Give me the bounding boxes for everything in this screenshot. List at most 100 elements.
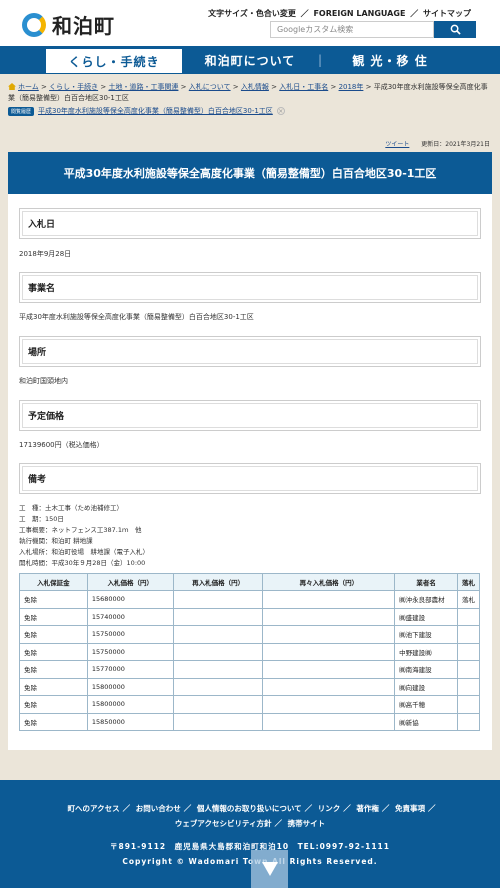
nav-item-kanko[interactable]: 観 光・移 住 — [322, 46, 458, 74]
section-heading-label: 入札日 — [22, 211, 478, 236]
updated-date: 更新日：2021年3月21日 — [421, 141, 490, 148]
footer-link-disclaimer[interactable]: 免責事項 — [395, 804, 425, 813]
table-cell — [262, 712, 396, 731]
foreign-language-link[interactable]: FOREIGN LANGUAGE — [313, 9, 405, 18]
table-cell: ㈱向建設 — [394, 677, 458, 696]
breadcrumb-item[interactable]: 入札情報 — [241, 83, 269, 91]
table-cell — [262, 590, 396, 609]
global-nav: くらし・手続き 和泊町について | 観 光・移 住 — [0, 46, 500, 74]
table-cell — [457, 677, 480, 696]
section-heading-bid-date: 入札日 — [19, 208, 481, 239]
table-cell — [172, 590, 264, 609]
bid-results-table: 入札保証金 入札価格（円） 再入札価格（円） 再々入札価格（円） 業者名 落札 … — [19, 573, 480, 731]
section-heading-label: 備考 — [22, 466, 478, 491]
table-cell — [457, 695, 480, 714]
nav-item-kurashi[interactable]: くらし・手続き — [46, 49, 182, 73]
table-row: 免除 15680000 ㈱沖永良部農材 落札 — [19, 590, 480, 609]
table-cell — [457, 660, 480, 679]
search-button[interactable] — [434, 21, 476, 38]
page-top-button[interactable] — [251, 850, 288, 888]
table-row: 免除 15800000 ㈱向建設 — [19, 677, 480, 696]
table-cell: 免除 — [19, 695, 88, 714]
table-cell — [457, 712, 480, 731]
home-icon — [8, 83, 16, 90]
table-cell — [172, 607, 264, 626]
section-heading-price: 予定価格 — [19, 400, 481, 431]
table-cell: 15740000 — [86, 607, 174, 626]
table-cell — [457, 607, 480, 626]
table-cell: 15680000 — [86, 590, 174, 609]
table-cell — [262, 695, 396, 714]
footer-link-accessibility[interactable]: ウェブアクセシビリティ方針 — [175, 819, 272, 828]
table-cell — [172, 642, 264, 661]
site-header: 和泊町 文字サイズ・色合い変更 ／ FOREIGN LANGUAGE ／ サイト… — [0, 0, 500, 46]
section-heading-notes: 備考 — [19, 463, 481, 494]
table-row: 免除 15750000 ㈱池下建設 — [19, 625, 480, 644]
price-value: 17139600円（税込価格） — [19, 441, 104, 449]
table-cell: ㈱沖永良部農材 — [394, 590, 458, 609]
table-row: 免除 15750000 中野建設㈱ — [19, 642, 480, 661]
breadcrumb-home[interactable]: ホーム — [18, 83, 39, 91]
table-cell: 免除 — [19, 712, 88, 731]
logo-text: 和泊町 — [52, 14, 115, 38]
table-cell: ㈱盛建設 — [394, 607, 458, 626]
table-cell: 免除 — [19, 660, 88, 679]
notes-line: 工 期：150日 — [19, 515, 64, 523]
footer-link-access[interactable]: 町へのアクセス — [67, 804, 119, 813]
recent-link[interactable]: 平成30年度水利施設等保全高度化事業（簡易整備型）白百合地区30-1工区 — [38, 106, 273, 116]
notes-line: 工事概要：ネットフェンス工387.1ｍ 他 — [19, 526, 142, 534]
table-cell: 15770000 — [86, 660, 174, 679]
breadcrumb-item[interactable]: くらし・手続き — [49, 83, 98, 91]
footer-link-contact[interactable]: お問い合わせ — [136, 804, 181, 813]
breadcrumb-item[interactable]: 入札について — [189, 83, 231, 91]
table-cell — [457, 625, 480, 644]
footer-link-privacy[interactable]: 個人情報のお取り扱いについて — [197, 804, 302, 813]
table-cell — [172, 660, 264, 679]
search-input[interactable]: Googleカスタム検索 — [270, 21, 434, 38]
table-row: 免除 15740000 ㈱盛建設 — [19, 607, 480, 626]
main-content: 平成30年度水利施設等保全高度化事業（簡易整備型）白百合地区30-1工区 入札日… — [8, 152, 492, 750]
tweet-row: ツイート 更新日：2021年3月21日 — [385, 139, 490, 148]
table-cell — [262, 607, 396, 626]
section-heading-place: 場所 — [19, 336, 481, 367]
table-row: 免除 15850000 ㈱新協 — [19, 712, 480, 731]
nav-item-about[interactable]: 和泊町について — [182, 46, 318, 74]
section-heading-label: 事業名 — [22, 275, 478, 300]
bid-date-value: 2018年9月28日 — [19, 250, 72, 258]
project-value: 平成30年度水利施設等保全高度化事業（簡易整備型）白百合地区30-1工区 — [19, 313, 254, 321]
sitemap-link[interactable]: サイトマップ — [423, 9, 471, 18]
table-cell — [262, 625, 396, 644]
footer-links: 町へのアクセス／ お問い合わせ／ 個人情報のお取り扱いについて／ リンク／ 著作… — [67, 804, 436, 828]
notes-text: 工 種：土木工事（ため池補修工） 工 期：150日 工事概要：ネットフェンス工3… — [19, 503, 149, 569]
table-cell: 落札 — [457, 590, 480, 609]
table-cell: 中野建設㈱ — [394, 642, 458, 661]
table-cell — [262, 660, 396, 679]
footer-address: 〒891-9112 鹿児島県大島郡和泊町和泊10 TEL:0997-92-111… — [109, 842, 390, 851]
breadcrumb-item[interactable]: 土地・道路・工事関連 — [108, 83, 178, 91]
table-cell — [172, 677, 264, 696]
table-cell — [457, 642, 480, 661]
tweet-link[interactable]: ツイート — [385, 141, 409, 148]
footer-link-mobile[interactable]: 携帯サイト — [288, 819, 326, 828]
footer-link-links[interactable]: リンク — [318, 804, 341, 813]
recent-badge: 閲覧履歴 — [8, 106, 35, 116]
column-header: 再入札価格（円） — [172, 573, 264, 591]
table-cell: 15750000 — [86, 625, 174, 644]
recent-history: 閲覧履歴 平成30年度水利施設等保全高度化事業（簡易整備型）白百合地区30-1工… — [8, 106, 285, 116]
notes-line: 工 種：土木工事（ため池補修工） — [19, 504, 123, 512]
table-cell: ㈱高千穂 — [394, 695, 458, 714]
site-logo[interactable]: 和泊町 — [22, 10, 115, 39]
column-header: 入札保証金 — [19, 573, 88, 591]
breadcrumb-item[interactable]: 2018年 — [339, 83, 364, 91]
logo-mark-icon — [22, 12, 46, 37]
section-heading-label: 場所 — [22, 339, 478, 364]
section-heading-label: 予定価格 — [22, 403, 478, 428]
footer-link-copyright[interactable]: 著作権 — [356, 804, 379, 813]
breadcrumb-item[interactable]: 入札日・工事名 — [279, 83, 328, 91]
font-size-color-link[interactable]: 文字サイズ・色合い変更 — [208, 9, 296, 18]
close-icon[interactable]: × — [276, 107, 285, 115]
table-cell — [172, 625, 264, 644]
utility-links: 文字サイズ・色合い変更 ／ FOREIGN LANGUAGE ／ サイトマップ — [208, 9, 471, 18]
table-cell — [262, 642, 396, 661]
table-cell: 15850000 — [86, 712, 174, 731]
